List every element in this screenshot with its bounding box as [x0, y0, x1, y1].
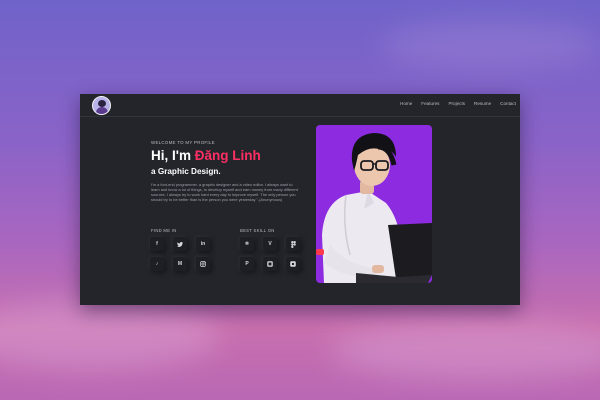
welcome-label: WELCOME TO MY PROFILE [151, 140, 215, 145]
top-navigation-bar: Home Features Projects Resume Contact [80, 94, 520, 117]
instagram-icon[interactable] [196, 257, 210, 271]
background-cloud [0, 300, 220, 370]
nav-contact-link[interactable]: Contact [500, 101, 516, 106]
twitter-icon[interactable] [173, 237, 187, 251]
vue-icon[interactable]: V [263, 237, 277, 251]
facebook-icon[interactable]: f [150, 237, 164, 251]
nav-resume-link[interactable]: Resume [474, 101, 491, 106]
hero-bio: I'm a font-end programmer, a graphic des… [151, 182, 298, 202]
hero-heading: Hi, I'm Đăng Linh [151, 148, 261, 163]
tiktok-icon[interactable]: ♪ [150, 257, 164, 271]
background-cloud [330, 320, 600, 380]
greeting-text: Hi, I'm [151, 148, 195, 163]
nav-features-link[interactable]: Features [421, 101, 439, 106]
figma-icon[interactable] [286, 237, 300, 251]
linkedin-icon[interactable]: in [196, 237, 210, 251]
nav-home-link[interactable]: Home [400, 101, 412, 106]
medium-icon[interactable]: M [173, 257, 187, 271]
hero-name: Đăng Linh [194, 148, 261, 163]
best-skill-label: BEST SKILL ON [240, 228, 275, 233]
find-me-label: FIND ME IN [151, 228, 177, 233]
portfolio-window: Home Features Projects Resume Contact WE… [80, 94, 520, 305]
background-cloud [380, 20, 600, 70]
photoshop-icon[interactable]: P [240, 257, 254, 271]
nav-projects-link[interactable]: Projects [448, 101, 465, 106]
hero-role: a Graphic Design. [151, 167, 221, 176]
react-icon[interactable]: ⚛ [240, 237, 254, 251]
nav-menu: Home Features Projects Resume Contact [400, 101, 516, 106]
person-with-laptop-illustration [316, 133, 432, 283]
premiere-icon[interactable] [263, 257, 277, 271]
after-effects-icon[interactable] [286, 257, 300, 271]
avatar-logo[interactable] [92, 96, 111, 115]
profile-photo [316, 125, 432, 283]
